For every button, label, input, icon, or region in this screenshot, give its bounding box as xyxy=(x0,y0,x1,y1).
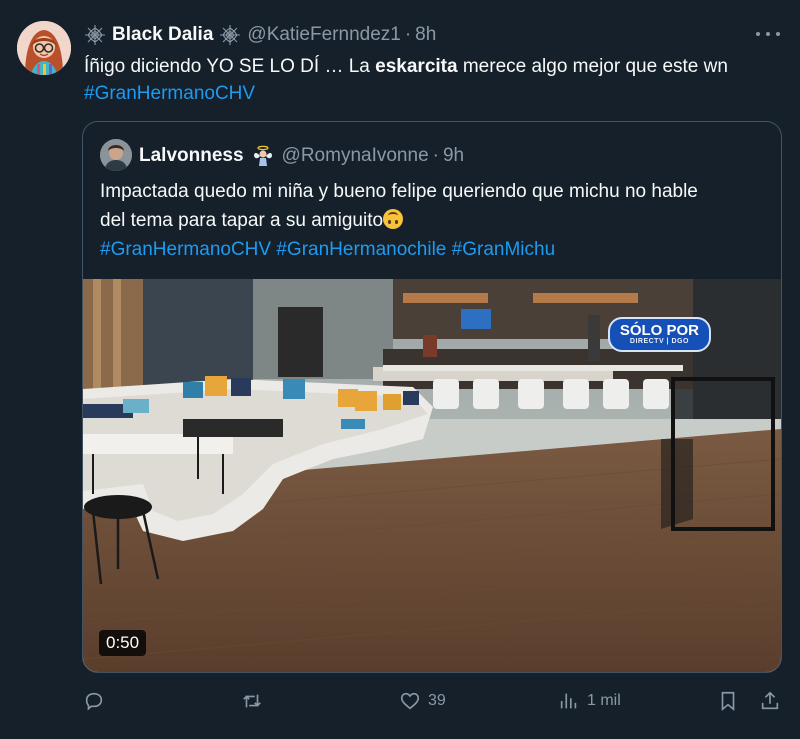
angel-emoji-icon xyxy=(253,145,272,166)
broadcast-badge: SÓLO POR DIRECTV | DGO xyxy=(607,317,711,352)
action-bar: 39 1 mil xyxy=(0,684,800,720)
badge-text: SÓLO POR xyxy=(619,322,699,339)
quote-timestamp[interactable]: 9h xyxy=(443,145,464,167)
spider-web-icon xyxy=(220,25,241,45)
quote-text-line: del tema para tapar a su amiguito xyxy=(100,210,384,231)
quote-text-line: Impactada quedo mi niña y bueno felipe q… xyxy=(100,181,698,202)
reply-button[interactable] xyxy=(83,690,112,712)
like-icon xyxy=(400,692,420,710)
tweet-header: Black Dalia @KatieFernndez1 · 8h xyxy=(84,22,436,48)
bookmark-icon xyxy=(721,691,735,712)
share-button[interactable] xyxy=(759,690,781,712)
quote-hashtags[interactable]: #GranHermanoCHV #GranHermanochile #GranM… xyxy=(100,235,770,264)
retweet-icon xyxy=(243,694,261,708)
tweet-text-part: Íñigo diciendo YO SE LO DÍ … La xyxy=(84,56,376,77)
like-count: 39 xyxy=(428,692,446,709)
separator-dot: · xyxy=(432,145,439,166)
tweet-text-part: merece algo mejor que este wn xyxy=(457,56,728,77)
like-button[interactable]: 39 xyxy=(399,690,446,712)
badge-subtext: DIRECTV | DGO xyxy=(629,338,689,345)
quote-display-name[interactable]: Lalvonness xyxy=(139,145,244,167)
quote-text: Impactada quedo mi niña y bueno felipe q… xyxy=(100,177,770,264)
bookmark-button[interactable] xyxy=(717,690,739,712)
quote-handle[interactable]: @RomynaIvonne xyxy=(282,145,429,167)
tweet[interactable]: Black Dalia @KatieFernndez1 · 8h Íñigo d… xyxy=(0,0,800,739)
video-duration: 0:50 xyxy=(99,630,147,656)
spider-web-icon xyxy=(85,25,105,45)
user-handle[interactable]: @KatieFernndez1 xyxy=(247,24,400,46)
upside-down-face-icon xyxy=(383,209,404,229)
avatar[interactable] xyxy=(17,21,71,75)
views-count: 1 mil xyxy=(587,692,621,709)
views-button[interactable]: 1 mil xyxy=(558,690,621,712)
more-icon[interactable] xyxy=(756,24,780,44)
display-name[interactable]: Black Dalia xyxy=(112,24,213,46)
quote-avatar[interactable] xyxy=(100,139,132,171)
timestamp[interactable]: 8h xyxy=(415,24,436,46)
retweet-button[interactable] xyxy=(241,690,270,712)
hashtag-link[interactable]: #GranHermanoCHV xyxy=(84,83,255,104)
quoted-tweet[interactable]: Lalvonness @RomynaIvonne · 9h Impactada … xyxy=(82,121,782,673)
share-icon xyxy=(761,691,779,710)
tweet-text: Íñigo diciendo YO SE LO DÍ … La eskarcit… xyxy=(84,53,784,107)
quote-header: Lalvonness @RomynaIvonne · 9h xyxy=(139,144,464,168)
video-player[interactable]: SÓLO POR DIRECTV | DGO 0:50 xyxy=(83,279,781,672)
separator-dot: · xyxy=(404,24,412,45)
tweet-text-bold: eskarcita xyxy=(375,56,458,77)
views-icon xyxy=(560,693,577,709)
reply-icon xyxy=(85,692,103,711)
